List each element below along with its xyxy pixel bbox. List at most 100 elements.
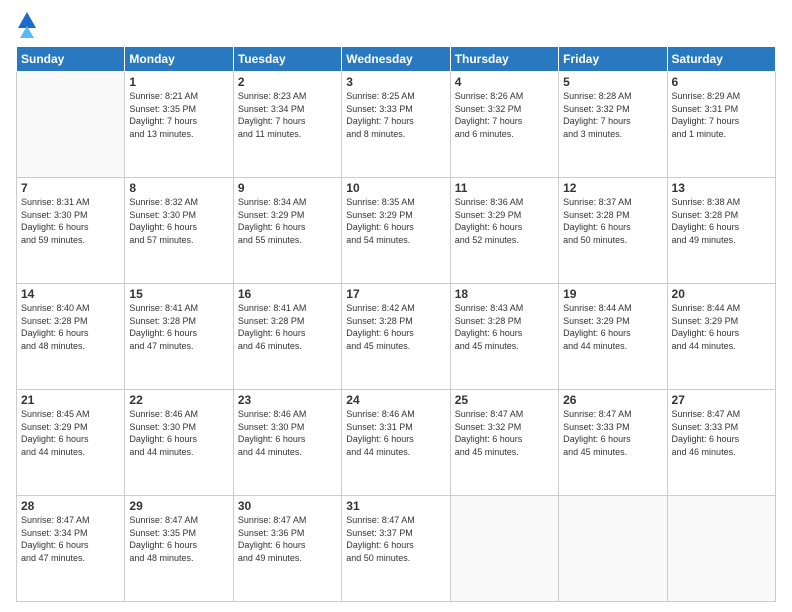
day-number: 4 — [455, 75, 554, 89]
calendar-table: SundayMondayTuesdayWednesdayThursdayFrid… — [16, 46, 776, 602]
day-header-friday: Friday — [559, 47, 667, 72]
calendar-cell: 13Sunrise: 8:38 AM Sunset: 3:28 PM Dayli… — [667, 178, 775, 284]
week-row-3: 14Sunrise: 8:40 AM Sunset: 3:28 PM Dayli… — [17, 284, 776, 390]
day-info: Sunrise: 8:47 AM Sunset: 3:35 PM Dayligh… — [129, 514, 228, 564]
day-number: 17 — [346, 287, 445, 301]
day-number: 25 — [455, 393, 554, 407]
calendar-cell: 29Sunrise: 8:47 AM Sunset: 3:35 PM Dayli… — [125, 496, 233, 602]
day-info: Sunrise: 8:37 AM Sunset: 3:28 PM Dayligh… — [563, 196, 662, 246]
day-number: 29 — [129, 499, 228, 513]
day-info: Sunrise: 8:40 AM Sunset: 3:28 PM Dayligh… — [21, 302, 120, 352]
calendar-cell: 30Sunrise: 8:47 AM Sunset: 3:36 PM Dayli… — [233, 496, 341, 602]
day-number: 21 — [21, 393, 120, 407]
day-info: Sunrise: 8:21 AM Sunset: 3:35 PM Dayligh… — [129, 90, 228, 140]
day-info: Sunrise: 8:46 AM Sunset: 3:30 PM Dayligh… — [129, 408, 228, 458]
day-info: Sunrise: 8:47 AM Sunset: 3:37 PM Dayligh… — [346, 514, 445, 564]
day-info: Sunrise: 8:25 AM Sunset: 3:33 PM Dayligh… — [346, 90, 445, 140]
day-number: 13 — [672, 181, 771, 195]
calendar-cell: 12Sunrise: 8:37 AM Sunset: 3:28 PM Dayli… — [559, 178, 667, 284]
calendar-cell: 6Sunrise: 8:29 AM Sunset: 3:31 PM Daylig… — [667, 72, 775, 178]
header — [16, 10, 776, 38]
day-info: Sunrise: 8:46 AM Sunset: 3:31 PM Dayligh… — [346, 408, 445, 458]
calendar-cell: 23Sunrise: 8:46 AM Sunset: 3:30 PM Dayli… — [233, 390, 341, 496]
day-info: Sunrise: 8:36 AM Sunset: 3:29 PM Dayligh… — [455, 196, 554, 246]
calendar-cell: 17Sunrise: 8:42 AM Sunset: 3:28 PM Dayli… — [342, 284, 450, 390]
week-row-4: 21Sunrise: 8:45 AM Sunset: 3:29 PM Dayli… — [17, 390, 776, 496]
day-number: 30 — [238, 499, 337, 513]
day-info: Sunrise: 8:42 AM Sunset: 3:28 PM Dayligh… — [346, 302, 445, 352]
day-info: Sunrise: 8:47 AM Sunset: 3:32 PM Dayligh… — [455, 408, 554, 458]
day-info: Sunrise: 8:44 AM Sunset: 3:29 PM Dayligh… — [563, 302, 662, 352]
day-number: 15 — [129, 287, 228, 301]
calendar-cell: 26Sunrise: 8:47 AM Sunset: 3:33 PM Dayli… — [559, 390, 667, 496]
calendar-cell: 20Sunrise: 8:44 AM Sunset: 3:29 PM Dayli… — [667, 284, 775, 390]
calendar-cell: 5Sunrise: 8:28 AM Sunset: 3:32 PM Daylig… — [559, 72, 667, 178]
calendar-cell: 9Sunrise: 8:34 AM Sunset: 3:29 PM Daylig… — [233, 178, 341, 284]
calendar-cell: 31Sunrise: 8:47 AM Sunset: 3:37 PM Dayli… — [342, 496, 450, 602]
day-number: 11 — [455, 181, 554, 195]
day-header-wednesday: Wednesday — [342, 47, 450, 72]
day-number: 26 — [563, 393, 662, 407]
calendar-cell: 4Sunrise: 8:26 AM Sunset: 3:32 PM Daylig… — [450, 72, 558, 178]
day-number: 31 — [346, 499, 445, 513]
day-info: Sunrise: 8:35 AM Sunset: 3:29 PM Dayligh… — [346, 196, 445, 246]
day-header-thursday: Thursday — [450, 47, 558, 72]
day-number: 14 — [21, 287, 120, 301]
day-number: 18 — [455, 287, 554, 301]
calendar-cell — [450, 496, 558, 602]
calendar-cell: 24Sunrise: 8:46 AM Sunset: 3:31 PM Dayli… — [342, 390, 450, 496]
calendar-cell: 11Sunrise: 8:36 AM Sunset: 3:29 PM Dayli… — [450, 178, 558, 284]
day-number: 5 — [563, 75, 662, 89]
day-info: Sunrise: 8:32 AM Sunset: 3:30 PM Dayligh… — [129, 196, 228, 246]
day-info: Sunrise: 8:28 AM Sunset: 3:32 PM Dayligh… — [563, 90, 662, 140]
calendar-cell: 3Sunrise: 8:25 AM Sunset: 3:33 PM Daylig… — [342, 72, 450, 178]
day-number: 19 — [563, 287, 662, 301]
calendar-cell: 16Sunrise: 8:41 AM Sunset: 3:28 PM Dayli… — [233, 284, 341, 390]
day-number: 23 — [238, 393, 337, 407]
page: SundayMondayTuesdayWednesdayThursdayFrid… — [0, 0, 792, 612]
day-info: Sunrise: 8:45 AM Sunset: 3:29 PM Dayligh… — [21, 408, 120, 458]
calendar-cell: 15Sunrise: 8:41 AM Sunset: 3:28 PM Dayli… — [125, 284, 233, 390]
day-info: Sunrise: 8:43 AM Sunset: 3:28 PM Dayligh… — [455, 302, 554, 352]
calendar-cell: 7Sunrise: 8:31 AM Sunset: 3:30 PM Daylig… — [17, 178, 125, 284]
day-number: 1 — [129, 75, 228, 89]
day-header-saturday: Saturday — [667, 47, 775, 72]
day-info: Sunrise: 8:47 AM Sunset: 3:33 PM Dayligh… — [672, 408, 771, 458]
day-info: Sunrise: 8:34 AM Sunset: 3:29 PM Dayligh… — [238, 196, 337, 246]
day-number: 12 — [563, 181, 662, 195]
day-info: Sunrise: 8:47 AM Sunset: 3:34 PM Dayligh… — [21, 514, 120, 564]
calendar-cell: 21Sunrise: 8:45 AM Sunset: 3:29 PM Dayli… — [17, 390, 125, 496]
day-info: Sunrise: 8:44 AM Sunset: 3:29 PM Dayligh… — [672, 302, 771, 352]
day-info: Sunrise: 8:26 AM Sunset: 3:32 PM Dayligh… — [455, 90, 554, 140]
day-number: 20 — [672, 287, 771, 301]
day-number: 24 — [346, 393, 445, 407]
day-number: 6 — [672, 75, 771, 89]
calendar-cell: 25Sunrise: 8:47 AM Sunset: 3:32 PM Dayli… — [450, 390, 558, 496]
calendar-cell: 22Sunrise: 8:46 AM Sunset: 3:30 PM Dayli… — [125, 390, 233, 496]
calendar-cell: 1Sunrise: 8:21 AM Sunset: 3:35 PM Daylig… — [125, 72, 233, 178]
day-number: 2 — [238, 75, 337, 89]
day-info: Sunrise: 8:29 AM Sunset: 3:31 PM Dayligh… — [672, 90, 771, 140]
day-number: 7 — [21, 181, 120, 195]
day-info: Sunrise: 8:23 AM Sunset: 3:34 PM Dayligh… — [238, 90, 337, 140]
week-row-1: 1Sunrise: 8:21 AM Sunset: 3:35 PM Daylig… — [17, 72, 776, 178]
calendar-cell: 2Sunrise: 8:23 AM Sunset: 3:34 PM Daylig… — [233, 72, 341, 178]
day-number: 22 — [129, 393, 228, 407]
day-number: 3 — [346, 75, 445, 89]
day-info: Sunrise: 8:31 AM Sunset: 3:30 PM Dayligh… — [21, 196, 120, 246]
day-info: Sunrise: 8:38 AM Sunset: 3:28 PM Dayligh… — [672, 196, 771, 246]
week-row-5: 28Sunrise: 8:47 AM Sunset: 3:34 PM Dayli… — [17, 496, 776, 602]
calendar-cell: 27Sunrise: 8:47 AM Sunset: 3:33 PM Dayli… — [667, 390, 775, 496]
calendar-cell: 19Sunrise: 8:44 AM Sunset: 3:29 PM Dayli… — [559, 284, 667, 390]
day-info: Sunrise: 8:41 AM Sunset: 3:28 PM Dayligh… — [238, 302, 337, 352]
day-header-sunday: Sunday — [17, 47, 125, 72]
day-header-monday: Monday — [125, 47, 233, 72]
day-number: 9 — [238, 181, 337, 195]
logo — [16, 10, 36, 38]
day-number: 8 — [129, 181, 228, 195]
calendar-cell: 8Sunrise: 8:32 AM Sunset: 3:30 PM Daylig… — [125, 178, 233, 284]
day-info: Sunrise: 8:47 AM Sunset: 3:33 PM Dayligh… — [563, 408, 662, 458]
day-number: 10 — [346, 181, 445, 195]
day-header-tuesday: Tuesday — [233, 47, 341, 72]
calendar-cell: 10Sunrise: 8:35 AM Sunset: 3:29 PM Dayli… — [342, 178, 450, 284]
